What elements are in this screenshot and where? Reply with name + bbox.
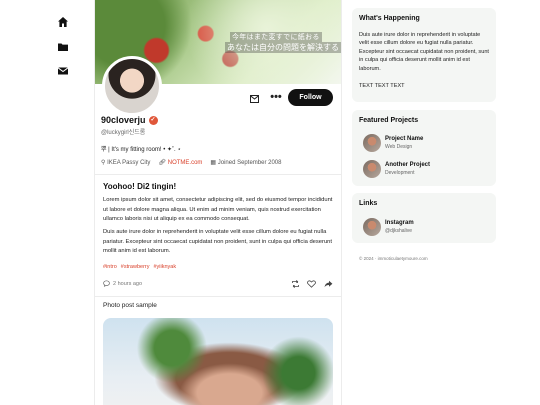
follow-button[interactable]: Follow	[288, 89, 333, 106]
divider	[95, 296, 341, 297]
folder-icon[interactable]	[56, 40, 70, 54]
post-time: 2 hours ago	[103, 280, 142, 287]
post-paragraph-1: Lorem ipsum dolor sit amet, consectetur …	[103, 197, 333, 223]
post-tags: #intro #strawberry #yiiknyak	[103, 264, 176, 270]
post-title: Yoohoo! Di2 tingin!	[103, 182, 177, 191]
profile-name-row: 90cloverju ✓	[101, 115, 158, 125]
joined-text: Joined September 2008	[217, 160, 282, 166]
project-name[interactable]: Project Name	[385, 136, 423, 142]
profile-bio: 뿌 | It's my fitting room! • ✦˚. ⋆	[101, 147, 182, 153]
post-time-text: 2 hours ago	[113, 280, 143, 287]
comment-icon	[103, 280, 110, 287]
profile-name: 90cloverju	[101, 115, 146, 125]
link-name[interactable]: Instagram	[385, 220, 414, 226]
links-title: Links	[359, 200, 378, 207]
link-handle: @djkshalive	[385, 228, 413, 234]
profile-column: 今年はまた変すでに紙おる あなたは自分の問題を解決する ••• Follow 9…	[94, 0, 342, 405]
mail-icon[interactable]	[56, 64, 70, 78]
tag-link[interactable]: #intro	[103, 264, 117, 270]
link-icon: 🔗︎	[158, 160, 167, 166]
website-link[interactable]: NOTME.com	[168, 160, 203, 166]
photo-post-label: Photo post sample	[103, 302, 157, 309]
repost-button[interactable]	[290, 279, 300, 289]
joined-item: ▦ Joined September 2008	[210, 159, 281, 166]
share-button[interactable]	[323, 279, 333, 289]
home-icon[interactable]	[56, 15, 70, 29]
featured-projects-card: Featured Projects Project Name Web Desig…	[352, 110, 496, 186]
heart-icon	[306, 280, 316, 288]
whats-happening-text: Duis aute irure dolor in reprehenderit i…	[359, 32, 489, 72]
more-options-button[interactable]: •••	[269, 92, 283, 106]
project-thumbnail[interactable]	[363, 134, 381, 152]
share-arrow-icon	[324, 280, 332, 288]
project-subtitle: Development	[385, 170, 415, 176]
post-paragraph-2: Duis aute irure dolor in reprehenderit i…	[103, 229, 333, 255]
whats-happening-extra: TEXT TEXT TEXT	[359, 83, 405, 89]
banner-caption-2: あなたは自分の問題を解決する	[225, 42, 341, 53]
location-item: ⚲ IKEA Passy City	[101, 159, 150, 166]
avatar[interactable]	[102, 56, 162, 116]
envelope-icon	[249, 95, 259, 103]
website-item[interactable]: 🔗︎ NOTME.com	[158, 159, 202, 166]
whats-happening-title: What's Happening	[359, 15, 420, 22]
left-nav	[0, 0, 94, 405]
right-sidebar: What's Happening Duis aute irure dolor i…	[352, 0, 496, 405]
banner-caption-1: 今年はまた変すでに紙おる	[230, 32, 322, 42]
whats-happening-card: What's Happening Duis aute irure dolor i…	[352, 8, 496, 102]
link-thumbnail[interactable]	[363, 218, 381, 236]
tag-link[interactable]: #yiiknyak	[154, 264, 177, 270]
verified-badge-icon: ✓	[148, 115, 158, 125]
project-subtitle: Web Design	[385, 144, 413, 150]
message-button[interactable]	[247, 92, 261, 106]
calendar-icon: ▦	[210, 160, 217, 166]
like-button[interactable]	[306, 279, 316, 289]
location-text: IKEA Passy City	[107, 160, 151, 166]
project-name[interactable]: Another Project	[385, 162, 430, 168]
links-card: Links Instagram @djkshalive	[352, 193, 496, 243]
footer-text: © 2024 · immoticulaetymoure.com	[359, 256, 428, 261]
location-pin-icon: ⚲	[101, 160, 106, 166]
post-photo[interactable]	[103, 318, 333, 405]
divider	[95, 174, 341, 175]
tag-link[interactable]: #strawberry	[121, 264, 150, 270]
featured-projects-title: Featured Projects	[359, 117, 419, 124]
project-thumbnail[interactable]	[363, 160, 381, 178]
profile-handle: @luckygirl신드롬	[101, 130, 146, 136]
profile-meta: ⚲ IKEA Passy City 🔗︎ NOTME.com ▦ Joined …	[101, 159, 281, 166]
repost-icon	[291, 280, 299, 288]
